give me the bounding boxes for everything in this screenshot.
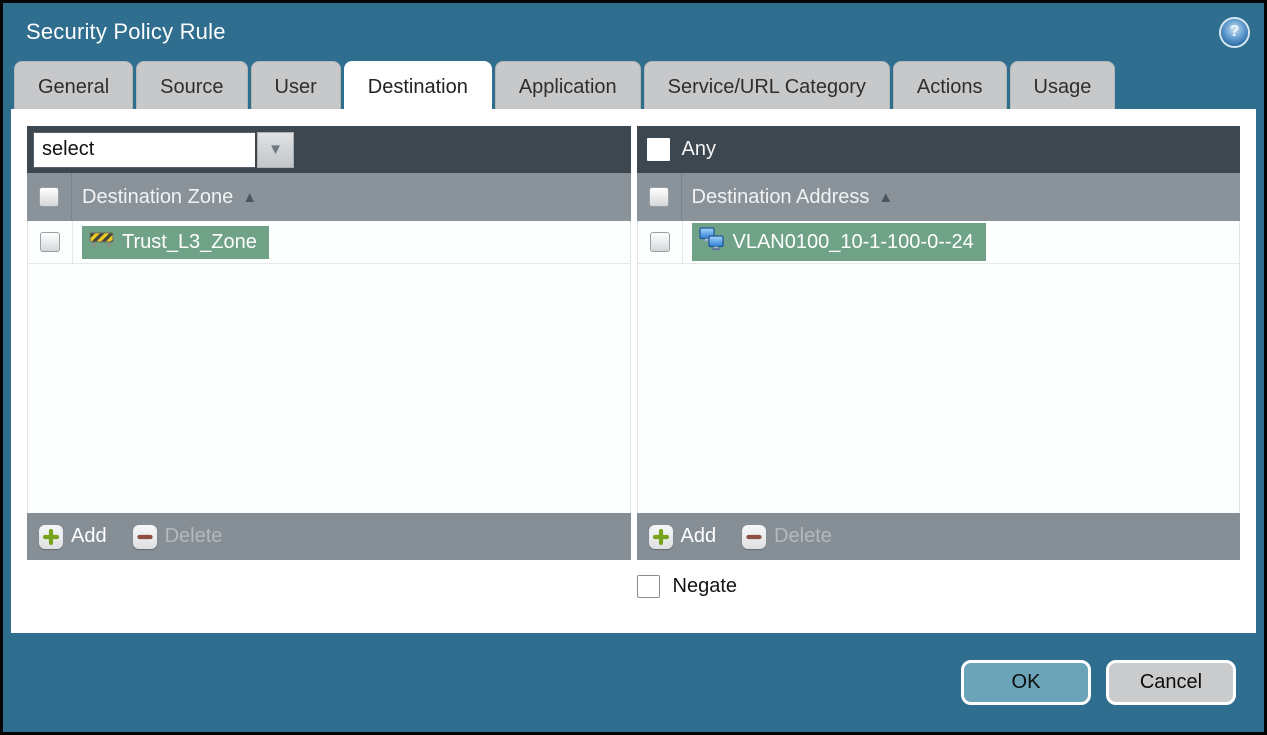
dialog-footer: OK Cancel [3, 633, 1264, 732]
zone-panel-header: ▼ [27, 126, 631, 173]
tab-service-url-category[interactable]: Service/URL Category [643, 61, 890, 109]
tab-actions[interactable]: Actions [892, 61, 1007, 109]
zone-select-dropdown-button[interactable]: ▼ [257, 131, 294, 168]
plus-icon [39, 524, 63, 549]
address-toolbar: Add Delete [636, 513, 1240, 560]
title-bar: Security Policy Rule ? [3, 3, 1264, 61]
dialog-title: Security Policy Rule [26, 19, 226, 44]
tab-usage[interactable]: Usage [1009, 61, 1116, 109]
any-label: Any [681, 138, 716, 160]
any-address-checkbox[interactable] [646, 138, 670, 161]
minus-icon [742, 524, 767, 549]
delete-address-button[interactable]: Delete [742, 524, 832, 549]
zone-entry[interactable]: Trust_L3_Zone [82, 225, 269, 259]
destination-tab-content: ▼ Destination Zone ▲ [11, 109, 1256, 633]
address-row-checkbox[interactable] [649, 232, 670, 252]
tab-user[interactable]: User [250, 61, 341, 109]
add-zone-button[interactable]: Add [39, 524, 107, 549]
address-rows: VLAN0100_10-1-100-0--24 [636, 221, 1240, 513]
minus-icon [132, 524, 157, 549]
zone-column-header: Destination Zone ▲ [27, 173, 631, 221]
select-all-zones-checkbox[interactable] [39, 187, 59, 207]
cancel-button[interactable]: Cancel [1106, 660, 1236, 705]
plus-icon [648, 524, 673, 549]
zone-select-combo: ▼ [33, 131, 294, 168]
zone-rows: Trust_L3_Zone [27, 221, 631, 513]
address-panel-header: Any [636, 126, 1240, 173]
sort-ascending-icon: ▲ [242, 188, 258, 206]
security-policy-rule-dialog: Security Policy Rule ? General Source Us… [0, 0, 1267, 735]
select-all-addresses-checkbox[interactable] [648, 187, 669, 207]
zone-select-input[interactable] [33, 131, 255, 168]
destination-address-panel: Any Destination Address ▲ VLAN0100_10-1-… [636, 126, 1240, 560]
tab-destination[interactable]: Destination [343, 61, 492, 109]
sort-ascending-icon: ▲ [878, 188, 894, 206]
zone-column-title[interactable]: Destination Zone ▲ [72, 186, 257, 209]
table-row: Trust_L3_Zone [28, 221, 630, 264]
add-address-button[interactable]: Add [648, 524, 716, 549]
address-column-title[interactable]: Destination Address ▲ [682, 186, 894, 209]
help-icon[interactable]: ? [1221, 18, 1248, 46]
zone-barrier-icon [89, 230, 114, 255]
tab-source[interactable]: Source [136, 61, 248, 109]
address-entry[interactable]: VLAN0100_10-1-100-0--24 [691, 223, 986, 261]
zone-entry-label: Trust_L3_Zone [122, 230, 257, 253]
address-column-header: Destination Address ▲ [636, 173, 1240, 221]
delete-zone-button[interactable]: Delete [132, 524, 222, 549]
ok-button[interactable]: OK [961, 660, 1091, 705]
table-row: VLAN0100_10-1-100-0--24 [637, 221, 1239, 264]
zone-row-checkbox[interactable] [40, 232, 60, 252]
tab-general[interactable]: General [14, 61, 134, 109]
destination-zone-panel: ▼ Destination Zone ▲ [27, 126, 631, 560]
negate-label: Negate [672, 575, 738, 597]
network-computers-icon [698, 227, 725, 257]
chevron-down-icon: ▼ [268, 141, 283, 158]
address-entry-label: VLAN0100_10-1-100-0--24 [732, 230, 974, 253]
tab-application[interactable]: Application [494, 61, 641, 109]
negate-row: Negate [636, 575, 1241, 598]
zone-toolbar: Add Delete [27, 513, 631, 560]
tab-bar: General Source User Destination Applicat… [3, 61, 1264, 109]
negate-checkbox[interactable] [636, 575, 660, 598]
